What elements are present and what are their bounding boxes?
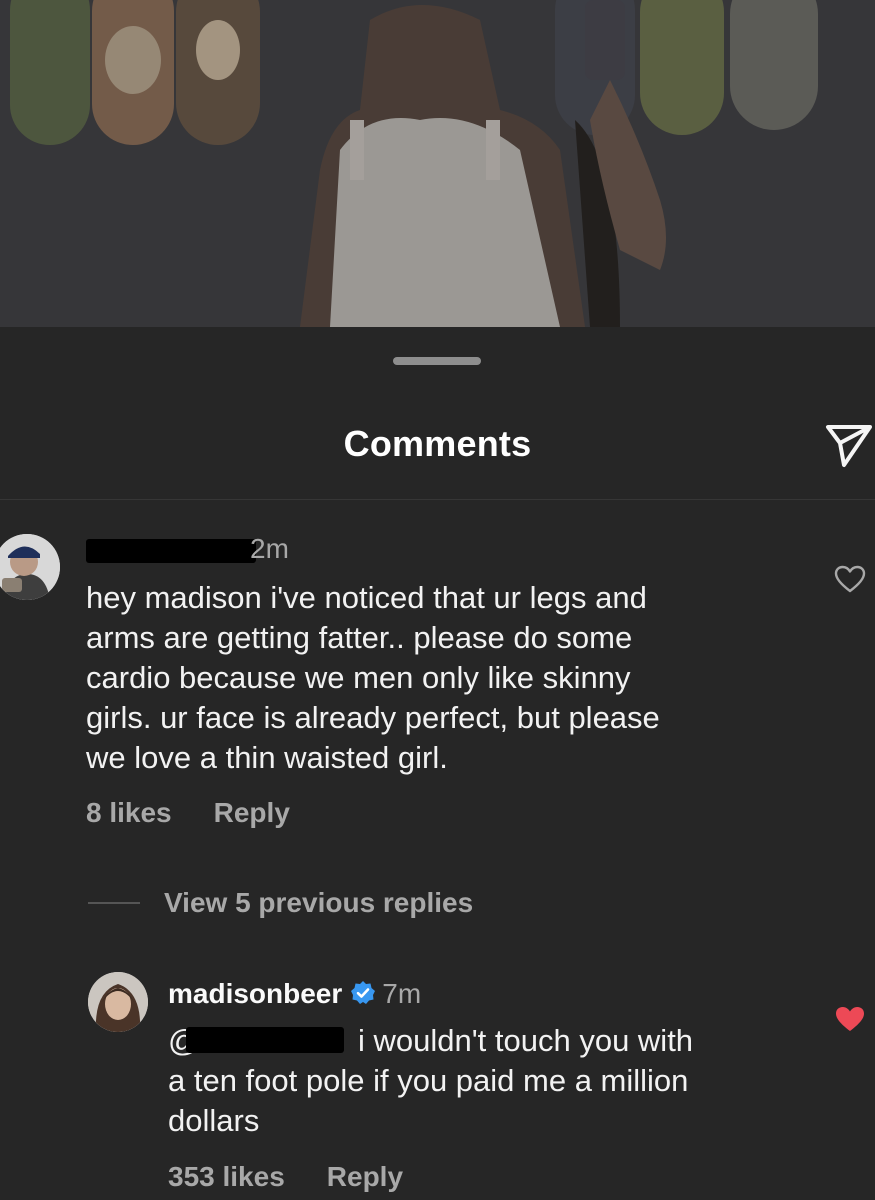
comment-text-line: cardio because we men only like skinny xyxy=(86,660,631,695)
reply-header: madisonbeer 7m xyxy=(168,978,421,1010)
sheet-title: Comments xyxy=(343,423,532,464)
like-heart-filled-icon[interactable] xyxy=(834,1005,866,1033)
comment-text: hey madison i've noticed that ur legs an… xyxy=(86,578,786,778)
photo-overlay xyxy=(0,0,875,327)
comment-likes-count[interactable]: 8 likes xyxy=(86,797,172,828)
replies-line xyxy=(88,902,140,904)
reply-meta: 353 likes Reply xyxy=(168,1161,445,1193)
view-replies-label: View 5 previous replies xyxy=(164,887,474,918)
reply-avatar[interactable] xyxy=(88,972,148,1032)
avatar-image xyxy=(0,534,60,600)
comment-text-line: arms are getting fatter.. please do some xyxy=(86,620,633,655)
view-previous-replies[interactable]: View 5 previous replies xyxy=(88,887,473,919)
redacted-mention xyxy=(186,1027,344,1053)
redacted-username xyxy=(86,539,256,563)
reply-text: @ i wouldn't touch you with a ten foot p… xyxy=(168,1021,808,1141)
reply-text-line: @ i wouldn't touch you with xyxy=(168,1021,808,1061)
header-divider xyxy=(0,499,875,500)
comments-sheet: Comments 2m hey madison i've noticed tha… xyxy=(0,327,875,1200)
commenter-avatar[interactable] xyxy=(0,534,60,600)
sheet-grabber-handle[interactable] xyxy=(393,357,481,365)
reply-username[interactable]: madisonbeer xyxy=(168,978,342,1009)
like-heart-outline-icon[interactable] xyxy=(834,565,866,593)
post-photo xyxy=(0,0,875,327)
comment-time: 2m xyxy=(250,533,289,564)
reply-reply-button[interactable]: Reply xyxy=(327,1161,403,1192)
reply-likes-count[interactable]: 353 likes xyxy=(168,1161,285,1192)
reply-text-line: a ten foot pole if you paid me a million xyxy=(168,1063,689,1098)
verified-badge-icon xyxy=(351,981,376,1004)
share-icon[interactable] xyxy=(822,419,874,469)
reply-text-line: dollars xyxy=(168,1103,260,1138)
comment-meta: 8 likes Reply xyxy=(86,797,332,829)
comment-text-line: girls. ur face is already perfect, but p… xyxy=(86,700,660,735)
reply-text-line-first: i wouldn't touch you with xyxy=(358,1023,694,1058)
comment-header: 2m xyxy=(250,533,289,565)
reply-time: 7m xyxy=(382,978,422,1009)
reply-avatar-image xyxy=(88,972,148,1032)
comment-text-line: we love a thin waisted girl. xyxy=(86,740,448,775)
comment-text-line: hey madison i've noticed that ur legs an… xyxy=(86,580,647,615)
comment-reply-button[interactable]: Reply xyxy=(214,797,290,828)
